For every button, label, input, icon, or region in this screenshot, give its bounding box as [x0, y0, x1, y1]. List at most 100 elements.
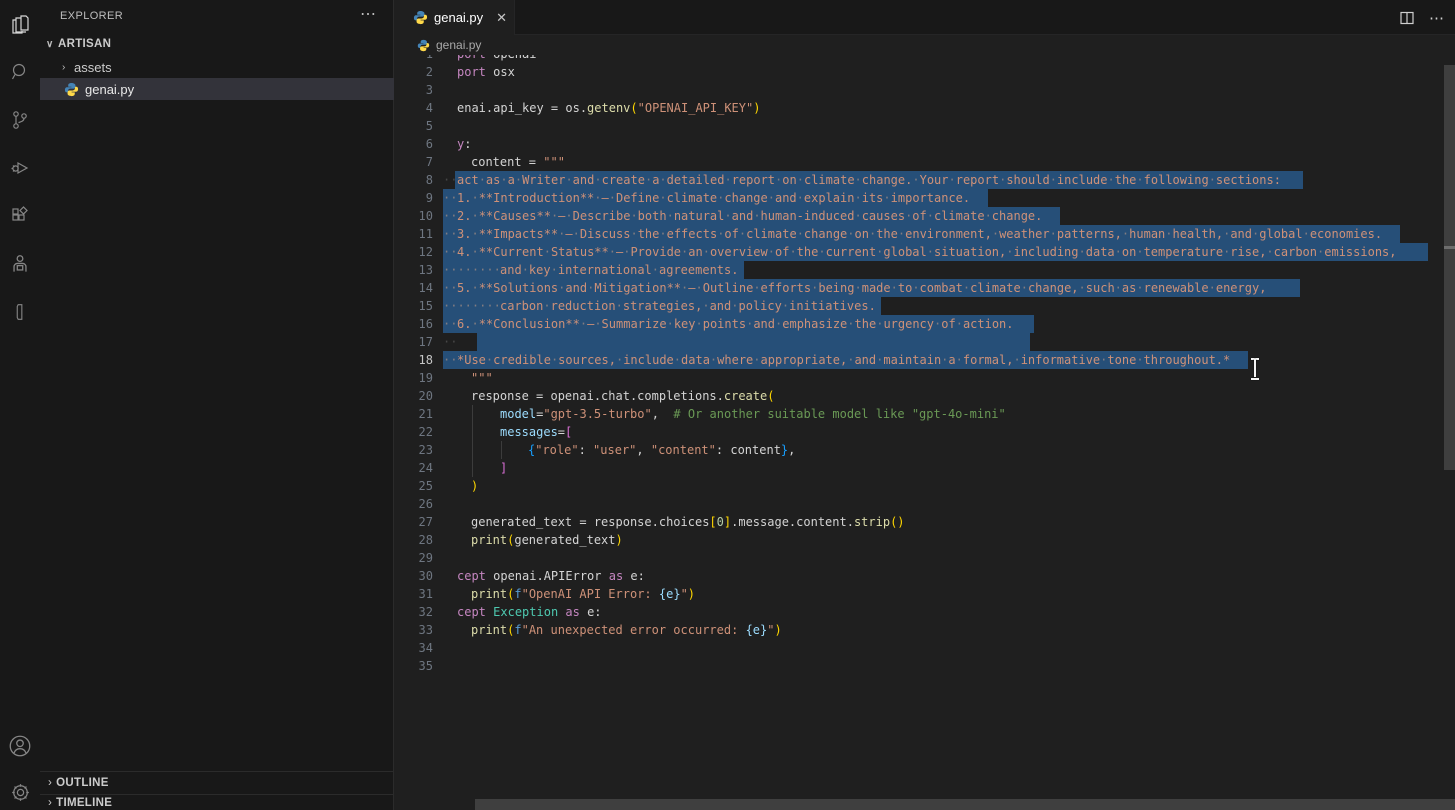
editor-more-actions-icon[interactable]: ⋯: [1429, 9, 1445, 27]
code-editor[interactable]: 1port openai2port osx34enai.api_key = os…: [395, 55, 1455, 810]
code-line: 34: [395, 639, 1455, 657]
line-number: 34: [395, 639, 433, 657]
file-name: genai.py: [85, 82, 134, 97]
run-and-debug-icon[interactable]: [0, 148, 40, 188]
line-number: 4: [395, 99, 433, 117]
code-line: 18··*Use·credible·sources,·include·data·…: [395, 351, 1455, 369]
code-text: messages=[: [500, 423, 572, 441]
code-line: 11··3.·**Impacts**·—·Discuss·the·effects…: [395, 225, 1455, 243]
code-text: act·as·a·Writer·and·create·a·detailed·re…: [457, 171, 1281, 189]
code-line: 19""": [395, 369, 1455, 387]
tab-genai-py[interactable]: genai.py ✕: [395, 0, 515, 35]
timeline-label: TIMELINE: [56, 797, 112, 809]
line-number: 30: [395, 567, 433, 585]
code-line: 17 ··: [395, 333, 1455, 351]
code-line: 23{"role": "user", "content": content},: [395, 441, 1455, 459]
outline-section-header[interactable]: › OUTLINE: [40, 771, 394, 794]
whitespace-dots: ··: [443, 333, 457, 351]
tab-close-icon[interactable]: ✕: [493, 9, 510, 27]
indent-guide: [472, 441, 473, 459]
indent-guide: [472, 423, 473, 441]
chevron-right-icon: ›: [48, 797, 52, 809]
selection-highlight: [477, 333, 1030, 351]
extensions-icon[interactable]: [0, 196, 40, 236]
code-text: print(f"OpenAI API Error: {e}"): [471, 585, 695, 603]
chevron-down-icon: ∨: [46, 39, 58, 50]
code-line: 26: [395, 495, 1455, 513]
line-number: 14: [395, 279, 433, 297]
code-line: 13 ········and·key·international·agreemen…: [395, 261, 1455, 279]
folder-name: assets: [74, 60, 112, 75]
code-line: 31 print(f"OpenAI API Error: {e}"): [395, 585, 1455, 603]
explorer-more-actions-icon[interactable]: ⋯: [360, 4, 377, 24]
breadcrumb[interactable]: genai.py: [395, 35, 1455, 55]
line-number: 1: [395, 55, 433, 63]
code-line: 4 enai.api_key = os.getenv("OPENAI_API_KE…: [395, 99, 1455, 117]
line-number: 31: [395, 585, 433, 603]
sidebar-bottom-sections: › OUTLINE › TIMELINE: [40, 771, 393, 810]
code-line: 16 ··6.·**Conclusion**·—·Summarize·key·po…: [395, 315, 1455, 333]
line-number: 8: [395, 171, 433, 189]
code-line: 25): [395, 477, 1455, 495]
line-number: 12: [395, 243, 433, 261]
whitespace-dots: ········: [443, 297, 501, 315]
whitespace-dots: ········: [443, 261, 501, 279]
code-text: print(generated_text): [471, 531, 623, 549]
indent-guide: [472, 405, 473, 423]
line-number: 33: [395, 621, 433, 639]
line-number: 17: [395, 333, 433, 351]
code-line: 27generated_text = response.choices[0].m…: [395, 513, 1455, 531]
code-line: 24]: [395, 459, 1455, 477]
code-line: 3: [395, 81, 1455, 99]
code-text: content = """: [471, 153, 565, 171]
line-number: 32: [395, 603, 433, 621]
indent-guide: [501, 441, 502, 459]
accounts-icon[interactable]: [0, 726, 40, 766]
chevron-right-icon: ›: [62, 62, 74, 73]
split-editor-icon[interactable]: [1399, 10, 1415, 26]
timeline-section-header[interactable]: › TIMELINE: [40, 794, 394, 810]
code-text: generated_text = response.choices[0].mes…: [471, 513, 905, 531]
line-number: 2: [395, 63, 433, 81]
breadcrumb-file: genai.py: [436, 38, 481, 52]
code-text: 6.·**Conclusion**·—·Summarize·key·points…: [457, 315, 1014, 333]
tab-label: genai.py: [434, 10, 483, 25]
source-control-icon[interactable]: [0, 100, 40, 140]
whitespace-dots: ··: [443, 315, 457, 333]
code-line: 29: [395, 549, 1455, 567]
code-line: 22messages=[: [395, 423, 1455, 441]
line-number: 29: [395, 549, 433, 567]
code-text: y:: [457, 135, 471, 153]
line-number: 9: [395, 189, 433, 207]
line-number: 35: [395, 657, 433, 675]
code-text: and·key·international·agreements.: [500, 261, 738, 279]
sidebar-item-assets-folder[interactable]: › assets: [40, 56, 394, 78]
explorer-icon[interactable]: [0, 4, 40, 44]
sidebar-item-project-root[interactable]: ∨ ARTISAN: [40, 33, 394, 55]
line-number: 10: [395, 207, 433, 225]
line-number: 26: [395, 495, 433, 513]
notebook-icon[interactable]: [0, 292, 40, 332]
code-text: enai.api_key = os.getenv("OPENAI_API_KEY…: [457, 99, 760, 117]
code-line: 28print(generated_text): [395, 531, 1455, 549]
explorer-header: EXPLORER ⋯: [40, 0, 393, 35]
code-line: 20response = openai.chat.completions.cre…: [395, 387, 1455, 405]
whitespace-dots: ··: [443, 207, 457, 225]
line-number: 13: [395, 261, 433, 279]
settings-gear-icon[interactable]: [0, 772, 40, 810]
code-line: 2port osx: [395, 63, 1455, 81]
code-text: {"role": "user", "content": content},: [528, 441, 795, 459]
code-line: 8··act·as·a·Writer·and·create·a·detailed…: [395, 171, 1455, 189]
code-text: 1.·**Introduction**·—·Define·climate·cha…: [457, 189, 970, 207]
code-text: response = openai.chat.completions.creat…: [471, 387, 774, 405]
ai-assistant-icon[interactable]: [0, 244, 40, 284]
code-line: 32cept Exception as e:: [395, 603, 1455, 621]
sidebar-item-genai-file[interactable]: genai.py: [40, 78, 394, 100]
line-number: 16: [395, 315, 433, 333]
line-number: 19: [395, 369, 433, 387]
code-text: *Use·credible·sources,·include·data·wher…: [457, 351, 1230, 369]
sidebar-explorer: EXPLORER ⋯ ∨ ARTISAN › assets genai.py ›…: [40, 0, 394, 810]
code-text: 3.·**Impacts**·—·Discuss·the·effects·of·…: [457, 225, 1382, 243]
search-icon[interactable]: [0, 52, 40, 92]
indent-guide: [472, 459, 473, 477]
